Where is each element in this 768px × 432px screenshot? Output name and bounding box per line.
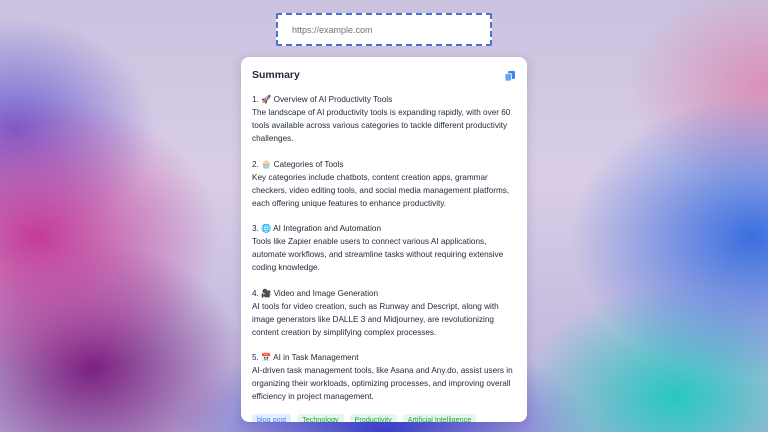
summary-section: 3. 🌐 AI Integration and Automation Tools… <box>252 222 516 274</box>
section-heading: 4. 🎥 Video and Image Generation <box>252 288 379 298</box>
url-bar[interactable] <box>276 13 492 46</box>
tag-list: blog post Technology Productivity Artifi… <box>252 413 516 422</box>
summary-section: 2. 🧁 Categories of Tools Key categories … <box>252 158 516 210</box>
summary-title: Summary <box>252 69 300 81</box>
section-heading: 2. 🧁 Categories of Tools <box>252 159 344 169</box>
section-body: The landscape of AI productivity tools i… <box>252 108 511 143</box>
section-heading: 3. 🌐 AI Integration and Automation <box>252 224 381 233</box>
section-heading: 1. 🚀 Overview of AI Productivity Tools <box>252 95 393 104</box>
summary-section: 5. 📅 AI in Task Management AI-driven tas… <box>252 351 516 403</box>
copy-icon[interactable] <box>504 69 516 82</box>
summary-section: 1. 🚀 Overview of AI Productivity Tools T… <box>252 93 516 145</box>
section-heading: 5. 📅 AI in Task Management <box>252 353 359 362</box>
section-body: AI-driven task management tools, like As… <box>252 366 513 401</box>
summary-card: Summary 1. 🚀 Overview of AI Productivity… <box>241 57 527 422</box>
section-body: Key categories include chatbots, content… <box>252 172 510 208</box>
tag-artificial-intelligence[interactable]: Artificial Intelligence <box>402 413 477 422</box>
section-body: Tools like Zapier enable users to connec… <box>252 237 504 272</box>
tag-productivity[interactable]: Productivity <box>349 413 397 422</box>
summary-sections: 1. 🚀 Overview of AI Productivity Tools T… <box>252 93 516 403</box>
summary-section: 4. 🎥 Video and Image Generation AI tools… <box>252 287 516 339</box>
tag-technology[interactable]: Technology <box>297 413 344 422</box>
summary-header: Summary <box>252 65 516 85</box>
section-body: AI tools for video creation, such as Run… <box>252 301 499 337</box>
tag-blog-post[interactable]: blog post <box>252 413 292 422</box>
url-input[interactable] <box>290 23 478 36</box>
